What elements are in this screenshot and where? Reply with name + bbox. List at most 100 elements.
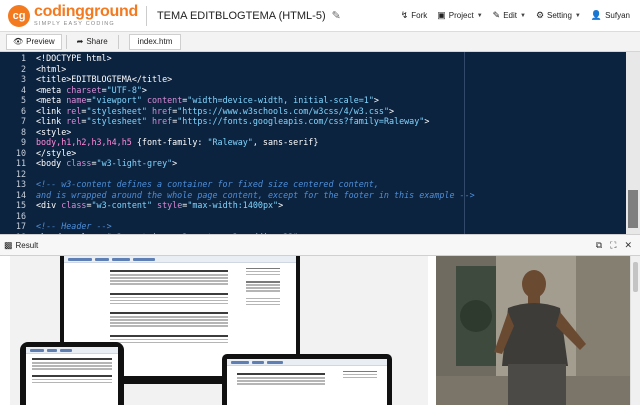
print-margin xyxy=(464,52,465,234)
setting-label: Setting xyxy=(547,11,572,20)
preview-button[interactable]: 👁 Preview xyxy=(6,33,62,50)
editor-toolbar: 👁 Preview ➦ Share index.htm xyxy=(0,32,640,52)
edit-menu[interactable]: ✎ Edit ▼ xyxy=(493,10,526,21)
line-code: <html> xyxy=(36,63,67,74)
project-menu[interactable]: ▣ Project ▼ xyxy=(437,10,482,21)
code-line[interactable]: 6 <link rel="stylesheet" href="https://ww… xyxy=(0,106,394,117)
line-code: body,h1,h2,h3,h4,h5 {font-family: "Ralew… xyxy=(36,137,319,147)
code-line[interactable]: 7 <link rel="stylesheet" href="https://fo… xyxy=(0,116,429,127)
line-number: 14 xyxy=(15,189,26,200)
gear-icon: ⚙ xyxy=(535,10,545,20)
line-number: 12 xyxy=(15,168,26,179)
setting-menu[interactable]: ⚙ Setting ▼ xyxy=(536,10,581,21)
line-number: 3 xyxy=(20,74,26,84)
share-button[interactable]: ➦ Share xyxy=(71,34,114,50)
line-number: 9 xyxy=(20,137,26,147)
result-header: ▩ Result ⧉ ⛶ ✕ xyxy=(0,234,640,256)
toolbar-divider xyxy=(117,34,119,49)
result-preview[interactable] xyxy=(0,256,640,405)
file-tab-index[interactable]: index.htm xyxy=(128,33,182,50)
preview-icon: 👁 xyxy=(13,37,24,46)
project-label: Project xyxy=(448,11,474,20)
line-number: 4 xyxy=(20,84,26,95)
share-label: Share xyxy=(86,37,108,46)
line-number: 6 xyxy=(20,105,26,116)
fork-icon: ↯ xyxy=(400,10,409,20)
line-code: <style> xyxy=(36,126,72,137)
edit-icon: ✎ xyxy=(492,10,501,20)
chevron-down-icon: ▼ xyxy=(574,12,581,19)
user-name: Sufyan xyxy=(605,11,630,20)
code-editor[interactable]: 1 <!DOCTYPE html> 2 <html> 3 <title>EDITBLOGT… xyxy=(0,52,640,234)
line-number: 17 xyxy=(15,221,26,231)
tablet-mockup xyxy=(20,342,124,405)
share-icon: ➦ xyxy=(76,37,84,46)
line-number: 5 xyxy=(20,95,26,105)
line-number: 10 xyxy=(15,147,26,158)
line-number: 8 xyxy=(20,126,26,137)
logo[interactable]: cg codingground SIMPLY EASY CODING xyxy=(8,2,138,28)
code-line[interactable]: 3 <title>EDITBLOGTEMA</title> xyxy=(0,74,172,85)
user-menu[interactable]: 👤 Sufyan xyxy=(591,10,630,21)
line-number: 7 xyxy=(20,116,26,126)
line-code: <body class="w3-light-grey"> xyxy=(36,158,178,168)
preview-photo xyxy=(436,256,630,405)
line-code: <meta name="viewport" content="width=dev… xyxy=(36,95,379,105)
line-number: 1 xyxy=(20,53,26,63)
code-line[interactable]: 11 <body class="w3-light-grey"> xyxy=(0,158,177,169)
line-number: 15 xyxy=(15,200,26,210)
line-code: <!-- Header --> xyxy=(36,221,112,231)
edit-title-icon[interactable]: ✎ xyxy=(332,9,341,22)
result-scrollbar[interactable] xyxy=(630,256,640,405)
code-line[interactable]: 13 <!-- w3-content defines a container fo… xyxy=(0,179,379,190)
line-number: 11 xyxy=(15,158,26,168)
chevron-down-icon: ▼ xyxy=(476,12,483,19)
code-line[interactable]: 12 xyxy=(0,169,36,180)
line-code: </style> xyxy=(36,147,77,158)
line-code: <link rel="stylesheet" href="https://www… xyxy=(36,105,395,116)
person-photo-illustration xyxy=(436,256,630,405)
result-icon: ▩ xyxy=(4,239,13,250)
code-line[interactable]: 15 <div class="w3-content" style="max-wid… xyxy=(0,200,283,211)
expand-icon[interactable]: ⛶ xyxy=(610,240,616,251)
fork-label: Fork xyxy=(411,11,428,20)
project-title: TEMA EDITBLOGTEMA (HTML-5) xyxy=(156,9,326,22)
editor-scroll-thumb[interactable] xyxy=(628,190,638,228)
line-number: 2 xyxy=(20,63,26,74)
preview-image-devices xyxy=(10,256,428,405)
line-number: 13 xyxy=(15,179,26,189)
line-code: <div class="w3-content" style="max-width… xyxy=(36,200,284,210)
editor-scrollbar[interactable] xyxy=(626,52,640,234)
close-icon[interactable]: ✕ xyxy=(624,240,632,251)
line-code: <!DOCTYPE html> xyxy=(36,53,112,63)
code-line[interactable]: 1 <!DOCTYPE html> xyxy=(0,53,112,64)
edit-label: Edit xyxy=(503,11,517,20)
line-code: and is wrapped around the whole page con… xyxy=(36,189,475,200)
line-code: <link rel="stylesheet" href="https://fon… xyxy=(36,116,430,126)
result-label: Result xyxy=(15,240,39,250)
line-number: 16 xyxy=(15,210,26,221)
preview-label: Preview xyxy=(26,37,55,46)
title-divider xyxy=(145,5,147,26)
code-line[interactable]: 8 <style> xyxy=(0,127,71,138)
code-lines[interactable]: 1 <!DOCTYPE html> 2 <html> 3 <title>EDITBLOGT… xyxy=(0,52,626,234)
fork-button[interactable]: ↯ Fork xyxy=(401,10,428,21)
code-line[interactable]: 17 <!-- Header --> xyxy=(0,221,112,232)
laptop-mockup xyxy=(222,354,392,405)
line-code: <title>EDITBLOGTEMA</title> xyxy=(36,74,173,84)
code-line[interactable]: 5 <meta name="viewport" content="width=de… xyxy=(0,95,379,106)
code-line[interactable]: 2 <html> xyxy=(0,64,66,75)
code-line[interactable]: 10 </style> xyxy=(0,148,76,159)
code-line[interactable]: 16 xyxy=(0,211,36,222)
toolbar-divider xyxy=(65,34,67,49)
code-line[interactable]: 4 <meta charset="UTF-8"> xyxy=(0,85,147,96)
open-new-window-icon[interactable]: ⧉ xyxy=(596,240,602,251)
file-tab-label: index.htm xyxy=(137,37,173,46)
code-line[interactable]: 14 and is wrapped around the whole page c… xyxy=(0,190,475,201)
logo-name: codingground xyxy=(34,2,138,20)
user-icon: 👤 xyxy=(590,10,603,20)
code-line[interactable]: 9 body,h1,h2,h3,h4,h5 {font-family: "Rale… xyxy=(0,137,318,148)
line-code: <!-- w3-content defines a container for … xyxy=(36,179,379,189)
top-bar: cg codingground SIMPLY EASY CODING TEMA … xyxy=(0,0,640,32)
chevron-down-icon: ▼ xyxy=(519,12,526,19)
